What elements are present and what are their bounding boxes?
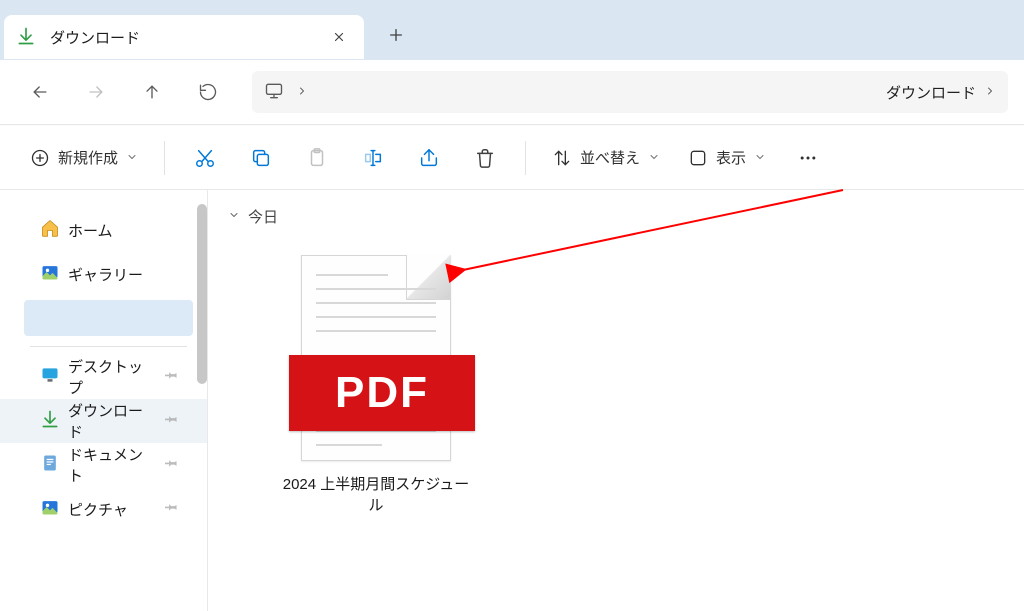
sort-button-label: 並べ替え xyxy=(580,147,640,168)
address-bar[interactable]: ダウンロード xyxy=(252,71,1008,113)
sidebar-item-label: ギャラリー xyxy=(68,264,143,285)
tab-title: ダウンロード xyxy=(46,27,316,48)
tab-downloads[interactable]: ダウンロード xyxy=(4,15,364,59)
sort-button[interactable]: 並べ替え xyxy=(540,138,672,178)
toolbar-separator xyxy=(164,141,165,175)
tab-strip: ダウンロード xyxy=(0,0,1024,60)
copy-button[interactable] xyxy=(235,138,287,178)
home-icon xyxy=(40,218,60,242)
sidebar-item-gallery[interactable]: ギャラリー xyxy=(0,252,207,296)
pdf-file-icon: PDF xyxy=(289,255,463,465)
sidebar-item-label: ドキュメント xyxy=(68,444,157,486)
sidebar: ホーム ギャラリー デスクトップ ダウンロード xyxy=(0,190,208,611)
group-header-today[interactable]: 今日 xyxy=(228,206,1004,227)
pin-icon[interactable] xyxy=(165,456,179,474)
chevron-right-icon xyxy=(296,84,308,100)
sidebar-item-desktop[interactable]: デスクトップ xyxy=(0,355,207,399)
chevron-down-icon xyxy=(228,208,240,225)
delete-button[interactable] xyxy=(459,138,511,178)
breadcrumb-current[interactable]: ダウンロード xyxy=(886,82,976,103)
breadcrumb: ダウンロード xyxy=(296,82,996,103)
main-area: ホーム ギャラリー デスクトップ ダウンロード xyxy=(0,190,1024,611)
view-button-label: 表示 xyxy=(716,147,746,168)
refresh-button[interactable] xyxy=(184,68,232,116)
sidebar-item-label: デスクトップ xyxy=(68,356,157,398)
chevron-down-icon xyxy=(648,150,660,166)
sidebar-item-label: ピクチャ xyxy=(68,499,128,520)
rename-button[interactable] xyxy=(347,138,399,178)
pin-icon[interactable] xyxy=(165,368,179,386)
share-button[interactable] xyxy=(403,138,455,178)
sidebar-item-label: ホーム xyxy=(68,220,113,241)
download-arrow-icon xyxy=(16,26,36,49)
nav-bar: ダウンロード xyxy=(0,60,1024,124)
cut-button[interactable] xyxy=(179,138,231,178)
chevron-right-icon[interactable] xyxy=(984,84,996,100)
pictures-icon xyxy=(40,497,60,521)
new-tab-button[interactable] xyxy=(374,13,418,57)
pin-icon[interactable] xyxy=(165,500,179,518)
pdf-badge: PDF xyxy=(289,355,475,431)
view-button[interactable]: 表示 xyxy=(676,138,778,178)
sidebar-item-label: ダウンロード xyxy=(68,400,157,442)
chevron-down-icon xyxy=(126,150,138,166)
sidebar-separator xyxy=(30,346,187,347)
close-icon[interactable] xyxy=(326,24,352,50)
documents-icon xyxy=(40,453,60,477)
group-header-label: 今日 xyxy=(248,206,278,227)
new-button-label: 新規作成 xyxy=(58,147,118,168)
sidebar-item-documents[interactable]: ドキュメント xyxy=(0,443,207,487)
toolbar: 新規作成 並べ替え 表示 xyxy=(0,125,1024,189)
gallery-icon xyxy=(40,262,60,286)
file-name: 2024 上半期月間スケジュール xyxy=(276,473,476,515)
monitor-icon xyxy=(264,81,284,104)
download-arrow-icon xyxy=(40,409,60,433)
desktop-icon xyxy=(40,365,60,389)
toolbar-separator xyxy=(525,141,526,175)
content-pane: 今日 xyxy=(208,190,1024,611)
sidebar-item-pictures[interactable]: ピクチャ xyxy=(0,487,207,531)
sidebar-item-highlight[interactable] xyxy=(24,300,193,336)
paste-button[interactable] xyxy=(291,138,343,178)
more-button[interactable] xyxy=(782,138,834,178)
sidebar-item-home[interactable]: ホーム xyxy=(0,208,207,252)
back-button[interactable] xyxy=(16,68,64,116)
file-item[interactable]: PDF 2024 上半期月間スケジュール xyxy=(268,247,484,523)
up-button[interactable] xyxy=(128,68,176,116)
file-grid: PDF 2024 上半期月間スケジュール xyxy=(228,237,1004,533)
new-button[interactable]: 新規作成 xyxy=(18,138,150,178)
pin-icon[interactable] xyxy=(165,412,179,430)
forward-button[interactable] xyxy=(72,68,120,116)
sidebar-item-downloads[interactable]: ダウンロード xyxy=(0,399,207,443)
chevron-down-icon xyxy=(754,150,766,166)
